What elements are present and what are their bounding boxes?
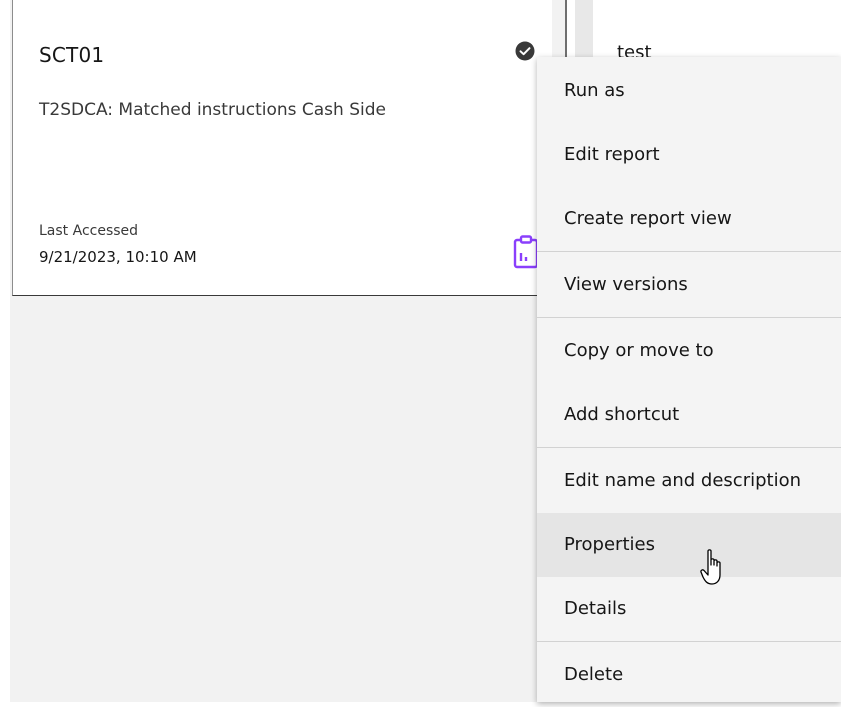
menu-item-details[interactable]: Details bbox=[537, 577, 841, 641]
menu-item-delete[interactable]: Delete bbox=[537, 643, 841, 707]
menu-divider bbox=[537, 641, 841, 642]
hand-pointer-icon bbox=[700, 549, 721, 585]
menu-item-copy-or-move[interactable]: Copy or move to bbox=[537, 319, 841, 383]
card-description: T2SDCA: Matched instructions Cash Side bbox=[39, 100, 386, 120]
menu-item-create-report-view[interactable]: Create report view bbox=[537, 187, 841, 251]
last-accessed-value: 9/21/2023, 10:10 AM bbox=[39, 248, 197, 266]
menu-item-view-versions[interactable]: View versions bbox=[537, 253, 841, 317]
second-card-edge bbox=[575, 0, 593, 60]
menu-divider bbox=[537, 447, 841, 448]
menu-item-add-shortcut[interactable]: Add shortcut bbox=[537, 383, 841, 447]
second-report-card[interactable] bbox=[565, 0, 841, 60]
last-accessed-label: Last Accessed bbox=[39, 223, 139, 239]
menu-item-edit-report[interactable]: Edit report bbox=[537, 123, 841, 187]
menu-item-run-as[interactable]: Run as bbox=[537, 59, 841, 123]
report-icon bbox=[513, 235, 539, 269]
menu-item-properties[interactable]: Properties bbox=[537, 513, 841, 577]
checkmark-filled-icon bbox=[515, 41, 535, 61]
menu-divider bbox=[537, 251, 841, 252]
menu-item-edit-name-description[interactable]: Edit name and description bbox=[537, 449, 841, 513]
card-title: SCT01 bbox=[39, 43, 105, 67]
report-card[interactable]: SCT01 T2SDCA: Matched instructions Cash … bbox=[12, 0, 552, 296]
overflow-menu: Run as Edit report Create report view Vi… bbox=[537, 57, 841, 702]
menu-divider bbox=[537, 317, 841, 318]
